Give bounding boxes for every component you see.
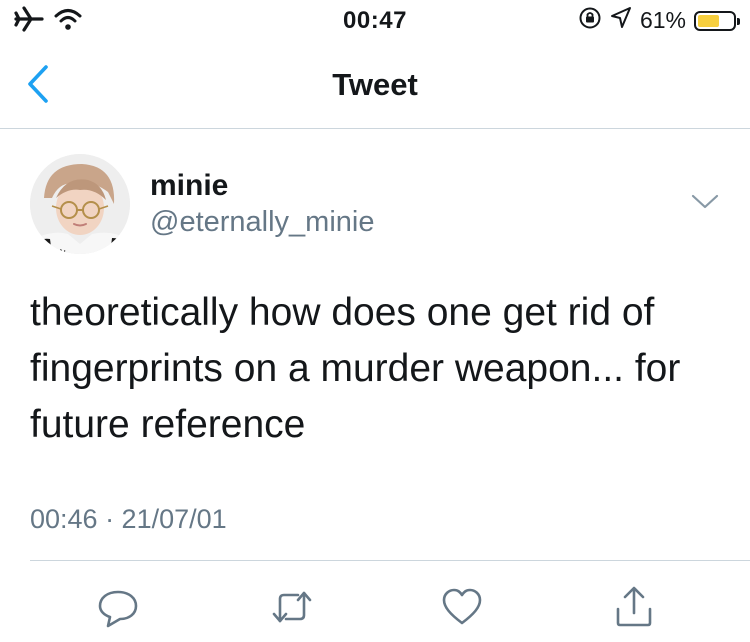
reply-button[interactable] [96,585,140,629]
user-handle[interactable]: @eternally_minie [150,206,374,239]
orientation-lock-icon [578,6,602,35]
tweet-text: theoretically how does one get rid of fi… [30,291,681,446]
chevron-down-icon [691,194,719,209]
battery-level-fill [698,14,719,27]
tweet-timestamp: 00:46 · 21/07/01 [30,504,227,534]
retweet-button[interactable] [270,585,314,629]
reply-icon [98,590,138,628]
nav-bar: Tweet [0,40,750,129]
battery-icon [694,10,740,31]
share-button[interactable] [612,585,656,629]
page-title: Tweet [332,67,418,102]
battery-percent: 61% [639,7,686,33]
display-name[interactable]: minie [150,169,228,203]
status-bar: 00:47 61% [0,0,750,40]
avatar[interactable]: CHAN [30,154,130,254]
divider [30,560,750,561]
status-bar-right: 61% [578,6,740,35]
share-icon [616,586,652,627]
retweet-icon [272,591,312,623]
tweet-options-button[interactable] [690,193,720,211]
like-icon [442,588,482,625]
location-icon [610,6,632,35]
like-button[interactable] [440,585,484,629]
